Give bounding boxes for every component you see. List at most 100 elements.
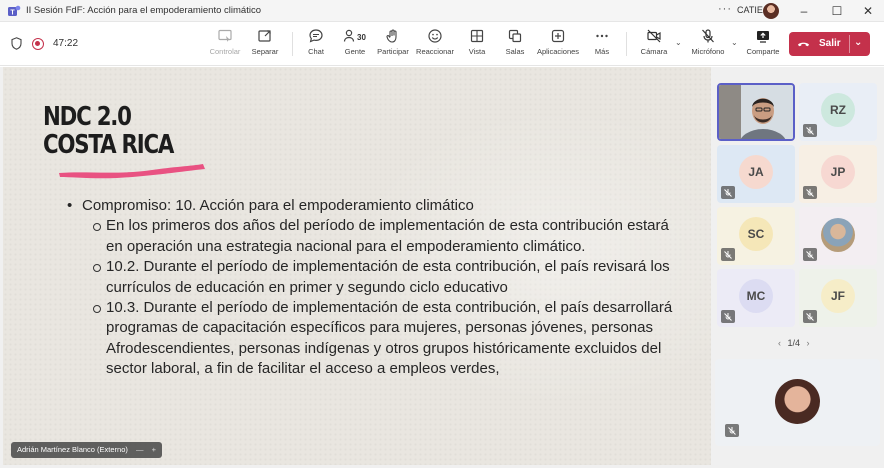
- control-icon: [218, 29, 232, 42]
- leave-options-chevron-icon[interactable]: ⌄: [854, 37, 862, 48]
- leave-button[interactable]: Salir ⌄: [789, 32, 870, 56]
- self-view-tile[interactable]: [715, 359, 880, 446]
- control-button[interactable]: Controlar: [206, 26, 244, 62]
- minimize-button[interactable]: –: [793, 2, 815, 20]
- view-label: Vista: [468, 47, 486, 56]
- participant-tile-jp[interactable]: JP: [799, 145, 877, 203]
- chat-label: Chat: [308, 47, 324, 56]
- raise-hand-button[interactable]: Participar: [375, 26, 411, 62]
- people-label: Gente: [344, 47, 366, 56]
- react-button[interactable]: Reaccionar: [414, 26, 456, 62]
- muted-mic-icon: [721, 248, 735, 261]
- camera-options-chevron-icon[interactable]: ⌄: [675, 38, 682, 47]
- raise-hand-label: Participar: [377, 47, 409, 56]
- muted-mic-icon: [803, 186, 817, 199]
- participant-tile-sc[interactable]: SC: [717, 207, 795, 265]
- react-label: Reaccionar: [416, 47, 454, 56]
- microphone-options-chevron-icon[interactable]: ⌄: [731, 38, 738, 47]
- camera-label: Cámara: [640, 47, 668, 56]
- participant-photo-avatar: [821, 218, 855, 252]
- apps-label: Aplicaciones: [536, 47, 580, 56]
- presenter-name-tag: Adrián Martínez Blanco (Externo) — +: [11, 442, 162, 458]
- participant-tile-ja[interactable]: JA: [717, 145, 795, 203]
- ellipsis-icon: [596, 34, 608, 38]
- popout-label: Separar: [251, 47, 279, 56]
- window-title-bar: T II Sesión FdF: Acción para el empodera…: [0, 0, 884, 22]
- leave-label: Salir: [819, 38, 841, 49]
- camera-off-icon: [647, 29, 661, 43]
- participant-initials: RZ: [821, 93, 855, 127]
- participant-tile-video[interactable]: [717, 83, 795, 141]
- participant-tile-photo[interactable]: [799, 207, 877, 265]
- breakout-rooms-icon: [508, 29, 522, 43]
- more-actions-button[interactable]: Más: [590, 26, 614, 62]
- slide-bullet-list: Compromiso: 10. Acción para el empoderam…: [65, 196, 685, 380]
- participant-initials: SC: [739, 217, 773, 251]
- leave-divider: [849, 35, 850, 53]
- zoom-in-button[interactable]: +: [152, 445, 156, 454]
- control-label: Controlar: [209, 47, 241, 56]
- window-title: II Sesión FdF: Acción para el empoderami…: [26, 5, 261, 16]
- sub-bullet-2: 10.2. Durante el período de implementaci…: [65, 257, 685, 298]
- view-button[interactable]: Vista: [464, 26, 490, 62]
- meeting-timer: 47:22: [53, 38, 79, 49]
- zoom-out-button[interactable]: —: [136, 445, 144, 454]
- gallery-page-indicator: 1/4: [787, 338, 801, 348]
- maximize-button[interactable]: ☐: [826, 2, 848, 20]
- muted-mic-icon: [803, 310, 817, 323]
- hang-up-icon: [798, 42, 809, 47]
- presenter-name: Adrián Martínez Blanco (Externo): [17, 445, 128, 454]
- sub-bullet-1: En los primeros dos años del período de …: [65, 216, 685, 257]
- more-options-icon[interactable]: ···: [718, 3, 732, 15]
- recording-icon: [32, 38, 44, 50]
- participant-initials: JF: [821, 279, 855, 313]
- slide-title-line-2: COSTA RICA: [43, 130, 174, 160]
- people-button[interactable]: Gente: [338, 26, 372, 62]
- meeting-toolbar: 47:22 Controlar Separar Chat Gente 30 Pa…: [0, 22, 884, 66]
- slide-title: NDC 2.0 COSTA RICA: [43, 102, 174, 160]
- more-actions-label: Más: [594, 47, 610, 56]
- chat-icon: [309, 29, 323, 43]
- muted-mic-icon: [721, 186, 735, 199]
- participant-initials: JA: [739, 155, 773, 189]
- self-view-avatar: [775, 379, 820, 424]
- popout-icon: [258, 30, 271, 42]
- microphone-off-icon: [702, 29, 714, 43]
- muted-mic-icon: [725, 424, 739, 437]
- previous-page-button[interactable]: ‹: [778, 338, 781, 348]
- people-count-badge: 30: [357, 33, 366, 42]
- share-button[interactable]: Comparte: [744, 26, 782, 62]
- camera-button[interactable]: Cámara: [637, 26, 671, 62]
- share-label: Comparte: [746, 47, 780, 56]
- user-avatar[interactable]: [763, 3, 779, 19]
- organization-label[interactable]: CATIE: [737, 5, 763, 15]
- popout-button[interactable]: Separar: [248, 26, 282, 62]
- slide-title-line-1: NDC 2.0: [43, 102, 132, 132]
- next-page-button[interactable]: ›: [807, 338, 810, 348]
- breakout-rooms-label: Salas: [505, 47, 525, 56]
- highlight-brush-stroke: [59, 164, 205, 179]
- muted-mic-icon: [803, 248, 817, 261]
- teams-icon: T: [8, 5, 21, 17]
- people-icon: [343, 29, 355, 42]
- participant-initials: JP: [821, 155, 855, 189]
- participant-initials: MC: [739, 279, 773, 313]
- microphone-button[interactable]: Micrófono: [688, 26, 728, 62]
- breakout-rooms-button[interactable]: Salas: [502, 26, 528, 62]
- add-app-icon: [551, 29, 565, 43]
- chat-button[interactable]: Chat: [301, 26, 331, 62]
- grid-view-icon: [470, 29, 484, 43]
- bullet-commitment: Compromiso: 10. Acción para el empoderam…: [65, 196, 685, 217]
- close-window-button[interactable]: ✕: [857, 2, 879, 20]
- participant-tile-rz[interactable]: RZ: [799, 83, 877, 141]
- svg-text:T: T: [10, 10, 15, 17]
- gallery-pager: ‹ 1/4 ›: [774, 338, 814, 348]
- microphone-label: Micrófono: [691, 47, 725, 56]
- participant-tile-mc[interactable]: MC: [717, 269, 795, 327]
- meeting-stage: NDC 2.0 COSTA RICA Compromiso: 10. Acció…: [0, 67, 884, 468]
- emoji-icon: [428, 29, 442, 43]
- raise-hand-icon: [386, 29, 397, 43]
- apps-button[interactable]: Aplicaciones: [535, 26, 581, 62]
- shield-icon[interactable]: [11, 37, 22, 50]
- participant-tile-jf[interactable]: JF: [799, 269, 877, 327]
